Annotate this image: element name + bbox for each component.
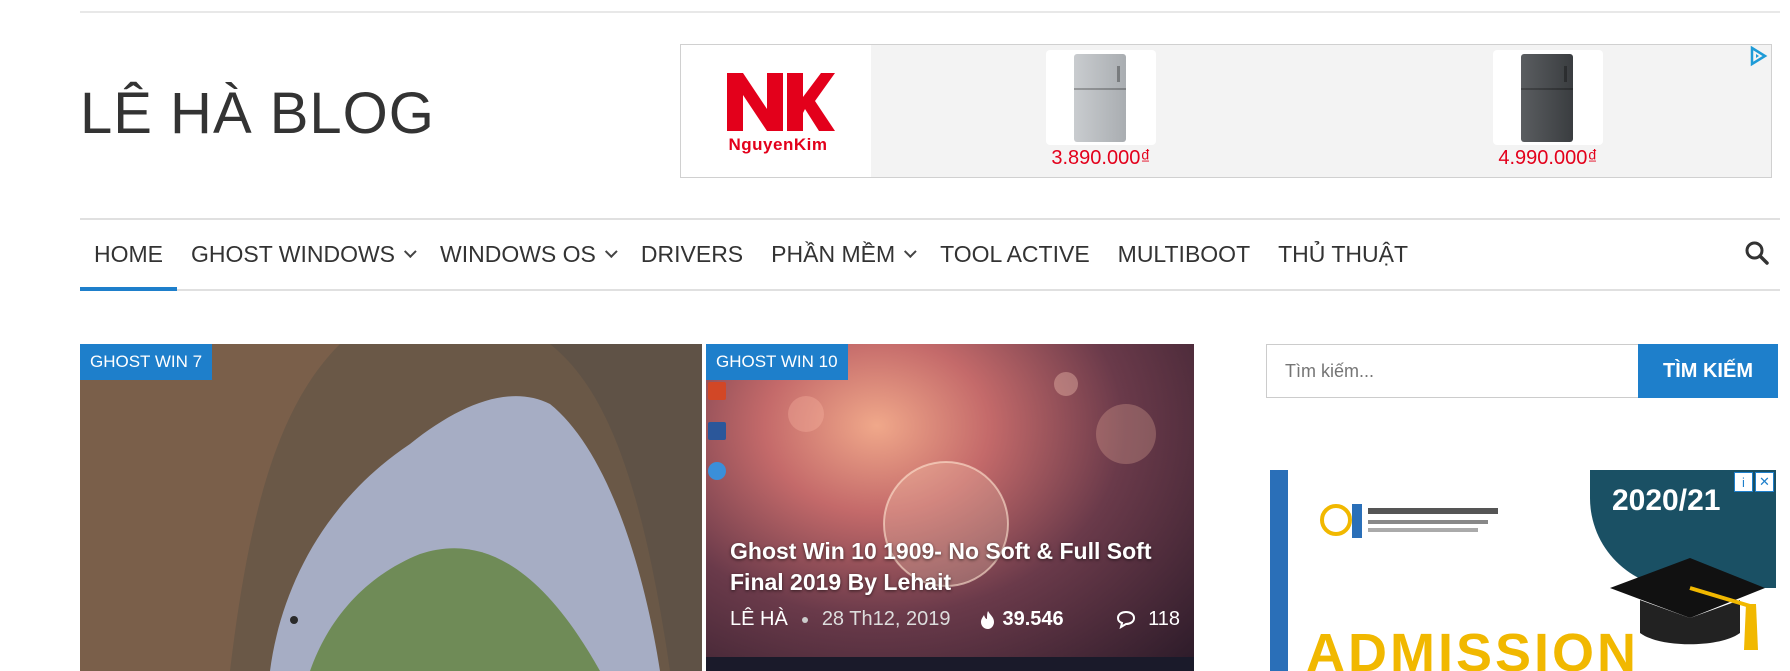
- ad-brand-panel[interactable]: NguyenKim: [681, 45, 871, 177]
- sidebar-search-input[interactable]: [1266, 344, 1640, 398]
- post-meta: LÊ HÀ 28 Th12, 2019 39.546 118: [730, 608, 1180, 631]
- sidebar-ad[interactable]: 2020/21 ADMISSION i ✕: [1270, 470, 1776, 671]
- ad-info-icon[interactable]: i: [1734, 472, 1753, 492]
- main-navigation: HOME GHOST WINDOWS WINDOWS OS DRIVERS PH…: [80, 218, 1780, 291]
- institute-logo: [1320, 504, 1498, 538]
- sidebar-search-button[interactable]: TÌM KIẾM: [1638, 344, 1778, 398]
- ad-product-2[interactable]: 4.990.000₫: [1493, 50, 1603, 170]
- nguyenkim-logo: [727, 73, 835, 131]
- fridge-icon: [1074, 54, 1126, 142]
- taskbar: [706, 657, 1194, 671]
- category-badge[interactable]: GHOST WIN 10: [706, 344, 848, 380]
- fridge-icon: [1521, 54, 1573, 142]
- cave-image: [80, 344, 702, 671]
- ad-product-1[interactable]: 3.890.000₫: [1046, 50, 1156, 170]
- post-author[interactable]: LÊ HÀ: [730, 608, 788, 631]
- fridge-image: [1493, 50, 1603, 145]
- featured-post-2[interactable]: GHOST WIN 10 Ghost Win 10 1909- No Soft …: [706, 344, 1194, 671]
- post-date: 28 Th12, 2019: [821, 608, 951, 630]
- featured-post-1[interactable]: GHOST WIN 7: [80, 344, 702, 671]
- post-title[interactable]: Ghost Win 10 1909- No Soft & Full Soft F…: [730, 536, 1170, 598]
- category-badge[interactable]: GHOST WIN 7: [80, 344, 213, 380]
- comments-icon: [1117, 610, 1136, 629]
- ad-brand-name: NguyenKim: [728, 135, 828, 154]
- post-views: 39.546: [978, 608, 1064, 631]
- ad-close-controls[interactable]: i ✕: [1734, 472, 1774, 492]
- ad-choices-icon[interactable]: [1747, 45, 1769, 67]
- nav-item-ghost-windows[interactable]: GHOST WINDOWS: [177, 220, 426, 289]
- search-icon[interactable]: [1744, 240, 1770, 266]
- fridge-image: [1046, 50, 1156, 145]
- nav-item-multiboot[interactable]: MULTIBOOT: [1104, 220, 1264, 289]
- ad-product-price: 4.990.000₫: [1498, 147, 1598, 169]
- fire-icon: [981, 610, 995, 629]
- header-ad-banner[interactable]: NguyenKim 3.890.000₫ 4.990.000₫: [680, 44, 1772, 178]
- nav-item-tool-active[interactable]: TOOL ACTIVE: [926, 220, 1104, 289]
- ad-headline: ADMISSION: [1306, 623, 1640, 671]
- ad-year: 2020/21: [1612, 484, 1721, 517]
- nav-item-thu-thuat[interactable]: THỦ THUẬT: [1264, 220, 1422, 289]
- nav-item-windows-os[interactable]: WINDOWS OS: [426, 220, 627, 289]
- ad-stripe: [1270, 470, 1288, 671]
- post-comments[interactable]: 118: [1116, 608, 1180, 631]
- top-divider: [80, 11, 1780, 13]
- chevron-down-icon: [403, 245, 417, 259]
- ad-product-price: 3.890.000₫: [1051, 147, 1151, 169]
- site-title[interactable]: LÊ HÀ BLOG: [80, 80, 435, 147]
- chevron-down-icon: [604, 245, 618, 259]
- desktop-icons: [708, 382, 730, 502]
- nav-item-phan-mem[interactable]: PHẦN MỀM: [757, 220, 926, 289]
- chevron-down-icon: [904, 245, 917, 259]
- nav-item-drivers[interactable]: DRIVERS: [627, 220, 757, 289]
- ad-close-icon[interactable]: ✕: [1755, 472, 1774, 492]
- nav-item-home[interactable]: HOME: [80, 220, 177, 291]
- meta-separator: [801, 616, 808, 623]
